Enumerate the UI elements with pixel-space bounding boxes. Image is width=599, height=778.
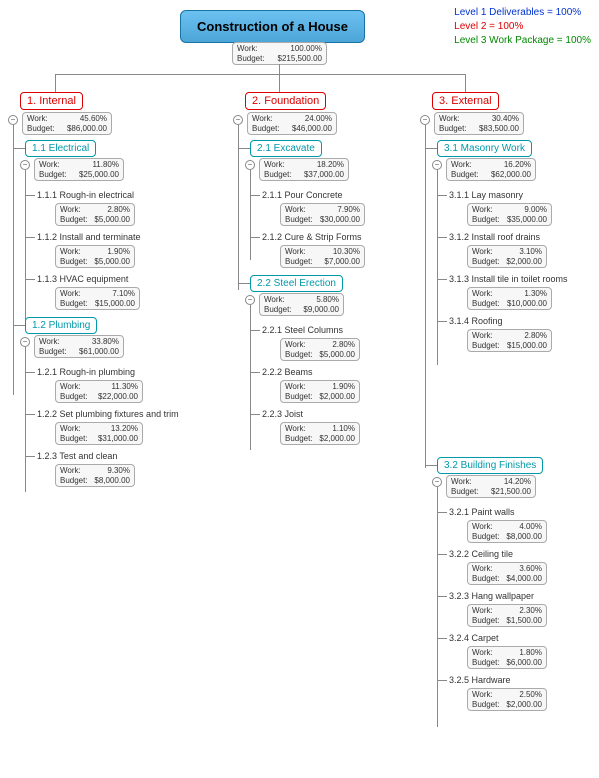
leaf-3-1-2[interactable]: 3.1.2 Install roof drains xyxy=(449,232,540,242)
legend-l3: Level 3 Work Package = 100% xyxy=(454,34,591,48)
info-3-2: Work:14.20% Budget:$21,500.00 xyxy=(446,475,536,498)
info-3-2-3: Work:2.30% Budget:$1,500.00 xyxy=(467,604,547,627)
leaf-3-2-5[interactable]: 3.2.5 Hardware xyxy=(449,675,511,685)
info-3-1-1: Work:9.00% Budget:$35,000.00 xyxy=(467,203,552,226)
leaf-1-1-3[interactable]: 1.1.3 HVAC equipment xyxy=(37,274,128,284)
node-2-2-steel[interactable]: 2.2 Steel Erection xyxy=(250,275,343,292)
node-1-2-plumbing[interactable]: 1.2 Plumbing xyxy=(25,317,97,334)
info-2-2-2: Work:1.90% Budget:$2,000.00 xyxy=(280,380,360,403)
leaf-3-2-1[interactable]: 3.2.1 Paint walls xyxy=(449,507,515,517)
info-1-1-2: Work:1.90% Budget:$5,000.00 xyxy=(55,245,135,268)
info-1-1-3: Work:7.10% Budget:$15,000.00 xyxy=(55,287,140,310)
node-3-2-finishes[interactable]: 3.2 Building Finishes xyxy=(437,457,543,474)
info-3-2-5: Work:2.50% Budget:$2,000.00 xyxy=(467,688,547,711)
info-1-2: Work:33.80% Budget:$61,000.00 xyxy=(34,335,124,358)
info-2-1-2: Work:10.30% Budget:$7,000.00 xyxy=(280,245,365,268)
info-2-2-1: Work:2.80% Budget:$5,000.00 xyxy=(280,338,360,361)
info-1-1-1: Work:2.80% Budget:$5,000.00 xyxy=(55,203,135,226)
info-3-2-4: Work:1.80% Budget:$6,000.00 xyxy=(467,646,547,669)
info-1: Work:45.60% Budget:$86,000.00 xyxy=(22,112,112,135)
info-2-1-1: Work:7.90% Budget:$30,000.00 xyxy=(280,203,365,226)
node-2-foundation[interactable]: 2. Foundation xyxy=(245,92,326,110)
leaf-3-2-4[interactable]: 3.2.4 Carpet xyxy=(449,633,499,643)
leaf-2-2-1[interactable]: 2.2.1 Steel Columns xyxy=(262,325,343,335)
collapse-icon[interactable]: − xyxy=(432,160,442,170)
leaf-3-2-2[interactable]: 3.2.2 Ceiling tile xyxy=(449,549,513,559)
node-1-internal[interactable]: 1. Internal xyxy=(20,92,83,110)
leaf-1-1-2[interactable]: 1.1.2 Install and terminate xyxy=(37,232,141,242)
leaf-2-2-2[interactable]: 2.2.2 Beams xyxy=(262,367,313,377)
title-node: Construction of a House xyxy=(180,10,365,43)
leaf-1-2-1[interactable]: 1.2.1 Rough-in plumbing xyxy=(37,367,135,377)
collapse-icon[interactable]: − xyxy=(245,295,255,305)
leaf-3-1-4[interactable]: 3.1.4 Roofing xyxy=(449,316,503,326)
collapse-icon[interactable]: − xyxy=(245,160,255,170)
leaf-1-1-1[interactable]: 1.1.1 Rough-in electrical xyxy=(37,190,134,200)
node-3-external[interactable]: 3. External xyxy=(432,92,499,110)
leaf-2-2-3[interactable]: 2.2.3 Joist xyxy=(262,409,303,419)
info-2-1: Work:18.20% Budget:$37,000.00 xyxy=(259,158,349,181)
info-1-2-2: Work:13.20% Budget:$31,000.00 xyxy=(55,422,143,445)
leaf-3-1-1[interactable]: 3.1.1 Lay masonry xyxy=(449,190,523,200)
title-text: Construction of a House xyxy=(197,19,348,34)
root-info: Work:100.00% Budget:$215,500.00 xyxy=(232,42,327,65)
info-2-2: Work:5.80% Budget:$9,000.00 xyxy=(259,293,344,316)
info-3-1-2: Work:3.10% Budget:$2,000.00 xyxy=(467,245,547,268)
info-2: Work:24.00% Budget:$46,000.00 xyxy=(247,112,337,135)
collapse-icon[interactable]: − xyxy=(420,115,430,125)
node-1-1-electrical[interactable]: 1.1 Electrical xyxy=(25,140,96,157)
info-3-1-4: Work:2.80% Budget:$15,000.00 xyxy=(467,329,552,352)
collapse-icon[interactable]: − xyxy=(20,337,30,347)
node-3-1-masonry[interactable]: 3.1 Masonry Work xyxy=(437,140,532,157)
info-3-1: Work:16.20% Budget:$62,000.00 xyxy=(446,158,536,181)
info-1-1: Work:11.80% Budget:$25,000.00 xyxy=(34,158,124,181)
info-3-1-3: Work:1.30% Budget:$10,000.00 xyxy=(467,287,552,310)
info-3: Work:30.40% Budget:$83,500.00 xyxy=(434,112,524,135)
leaf-1-2-3[interactable]: 1.2.3 Test and clean xyxy=(37,451,117,461)
collapse-icon[interactable]: − xyxy=(233,115,243,125)
collapse-icon[interactable]: − xyxy=(20,160,30,170)
leaf-3-2-3[interactable]: 3.2.3 Hang wallpaper xyxy=(449,591,534,601)
info-2-2-3: Work:1.10% Budget:$2,000.00 xyxy=(280,422,360,445)
leaf-2-1-1[interactable]: 2.1.1 Pour Concrete xyxy=(262,190,343,200)
leaf-2-1-2[interactable]: 2.1.2 Cure & Strip Forms xyxy=(262,232,362,242)
leaf-3-1-3[interactable]: 3.1.3 Install tile in toilet rooms xyxy=(449,274,568,284)
leaf-1-2-2[interactable]: 1.2.2 Set plumbing fixtures and trim xyxy=(37,409,179,419)
legend: Level 1 Deliverables = 100% Level 2 = 10… xyxy=(454,6,591,48)
node-2-1-excavate[interactable]: 2.1 Excavate xyxy=(250,140,322,157)
info-1-2-1: Work:11.30% Budget:$22,000.00 xyxy=(55,380,143,403)
collapse-icon[interactable]: − xyxy=(8,115,18,125)
info-1-2-3: Work:9.30% Budget:$8,000.00 xyxy=(55,464,135,487)
info-3-2-1: Work:4.00% Budget:$8,000.00 xyxy=(467,520,547,543)
info-3-2-2: Work:3.60% Budget:$4,000.00 xyxy=(467,562,547,585)
legend-l2: Level 2 = 100% xyxy=(454,20,591,34)
collapse-icon[interactable]: − xyxy=(432,477,442,487)
legend-l1: Level 1 Deliverables = 100% xyxy=(454,6,591,20)
wbs-diagram: Construction of a House Work:100.00% Bud… xyxy=(0,0,599,778)
